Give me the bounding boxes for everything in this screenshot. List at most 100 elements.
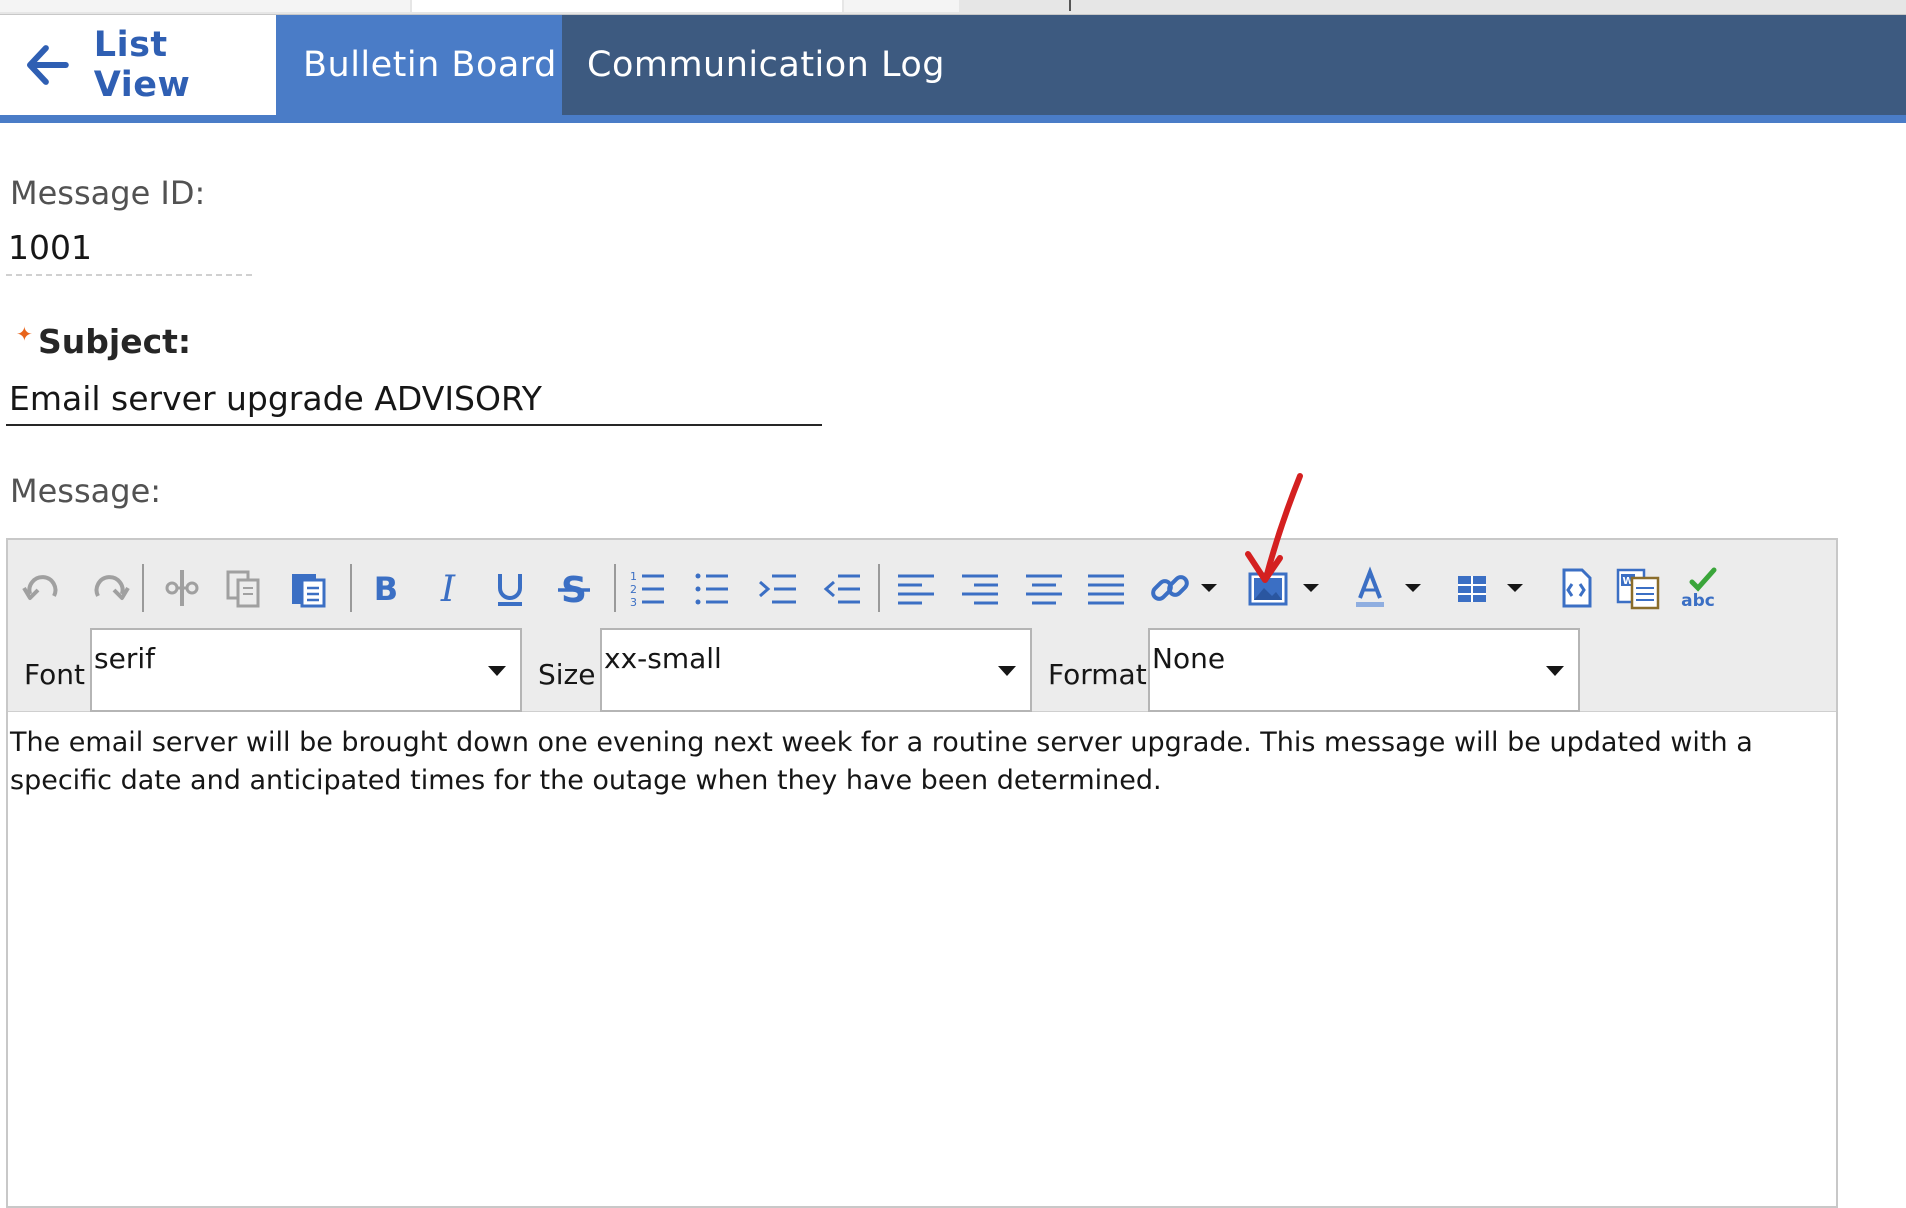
undo-icon — [22, 575, 58, 600]
align-right-icon — [962, 574, 998, 605]
align-left-button[interactable] — [892, 560, 940, 616]
browser-top-strip — [0, 0, 1906, 15]
align-center-icon — [1026, 574, 1062, 605]
toolbar-separator — [142, 564, 144, 612]
align-left-icon — [898, 574, 934, 605]
spellcheck-button[interactable]: abc — [1674, 560, 1722, 616]
font-label: Font — [24, 658, 85, 691]
svg-text:I: I — [440, 569, 456, 610]
cut-button[interactable] — [158, 560, 206, 616]
font-color-icon — [1356, 566, 1384, 607]
caret-down-icon — [1405, 584, 1421, 592]
justify-button[interactable] — [1082, 560, 1130, 616]
paste-from-word-icon: W — [1616, 568, 1660, 610]
strip-segment — [412, 0, 842, 12]
tab-list-view[interactable]: List View — [0, 15, 276, 115]
paste-icon — [292, 574, 326, 608]
back-arrow-icon — [26, 45, 69, 85]
caret-down-icon — [1546, 666, 1564, 676]
caret-down-icon — [998, 666, 1016, 676]
strikethrough-button[interactable]: S — [550, 560, 598, 616]
toolbar-separator — [350, 564, 352, 612]
caret-down-icon — [1303, 584, 1319, 592]
link-icon — [1151, 575, 1189, 601]
align-center-button[interactable] — [1020, 560, 1068, 616]
outdent-button[interactable] — [818, 560, 866, 616]
strip-tick — [1069, 0, 1071, 11]
format-select-value: None — [1152, 642, 1226, 675]
font-select[interactable]: serif — [90, 628, 522, 712]
size-select-value: xx-small — [604, 642, 722, 675]
size-select[interactable]: xx-small — [600, 628, 1032, 712]
readonly-underline — [6, 274, 252, 276]
cut-icon — [165, 570, 199, 606]
svg-text:2: 2 — [630, 583, 637, 596]
redo-icon — [94, 575, 130, 600]
copy-icon — [226, 570, 260, 608]
image-button[interactable] — [1244, 560, 1292, 616]
tab-communication-log[interactable]: Communication Log — [562, 15, 945, 115]
html-source-button[interactable] — [1552, 560, 1600, 616]
tab-communication-log-label: Communication Log — [587, 45, 946, 85]
editor-content-area[interactable]: The email server will be brought down on… — [8, 714, 1836, 1208]
link-dropdown-caret[interactable] — [1196, 560, 1222, 616]
subject-label: Subject: — [38, 322, 192, 361]
table-button[interactable] — [1448, 560, 1496, 616]
svg-text:B: B — [374, 570, 398, 608]
subject-input[interactable] — [6, 372, 822, 426]
caret-down-icon — [488, 666, 506, 676]
underline-icon — [498, 574, 522, 606]
link-button[interactable] — [1146, 560, 1194, 616]
caret-down-icon — [1507, 584, 1523, 592]
message-label: Message: — [10, 472, 162, 510]
align-right-button[interactable] — [956, 560, 1004, 616]
ordered-list-icon: 123 — [630, 570, 664, 609]
caret-down-icon — [1201, 584, 1217, 592]
image-dropdown-caret[interactable] — [1298, 560, 1324, 616]
editor-toolbar: B I S 123 W abc Font serif Size xx-small… — [8, 540, 1836, 712]
message-id-value: 1001 — [8, 228, 92, 267]
ordered-list-button[interactable]: 123 — [624, 560, 672, 616]
toolbar-separator — [614, 564, 616, 612]
message-id-label: Message ID: — [10, 174, 206, 212]
font-color-button[interactable] — [1346, 560, 1394, 616]
required-indicator-icon: ✦ — [16, 322, 33, 346]
italic-icon: I — [440, 569, 456, 610]
strikethrough-icon: S — [558, 570, 590, 610]
toolbar-separator — [878, 564, 880, 612]
undo-button[interactable] — [18, 560, 66, 616]
paste-button[interactable] — [284, 560, 332, 616]
table-dropdown-caret[interactable] — [1502, 560, 1528, 616]
bold-button[interactable]: B — [362, 560, 410, 616]
font-color-dropdown-caret[interactable] — [1400, 560, 1426, 616]
tab-list-view-label: List View — [93, 25, 191, 105]
html-source-icon — [1562, 568, 1592, 608]
unordered-list-icon — [695, 573, 728, 605]
format-select[interactable]: None — [1148, 628, 1580, 712]
tab-bar: List View Bulletin Board Communication L… — [0, 15, 1906, 123]
spellcheck-icon: abc — [1681, 567, 1717, 610]
size-label: Size — [538, 658, 596, 691]
underline-button[interactable] — [486, 560, 534, 616]
toolbar-combos-row: Font serif Size xx-small Format None — [8, 628, 1836, 712]
indent-button[interactable] — [754, 560, 802, 616]
toolbar-buttons-row: B I S 123 W abc — [8, 560, 1836, 620]
unordered-list-button[interactable] — [688, 560, 736, 616]
font-select-value: serif — [94, 642, 155, 675]
redo-button[interactable] — [86, 560, 134, 616]
justify-icon — [1088, 574, 1124, 605]
strip-segment — [0, 0, 410, 12]
indent-icon — [759, 574, 796, 604]
bold-icon: B — [374, 570, 398, 608]
svg-text:1: 1 — [630, 570, 637, 583]
image-icon — [1248, 572, 1288, 606]
paste-from-word-button[interactable]: W — [1614, 560, 1662, 616]
tab-bulletin-board[interactable]: Bulletin Board — [276, 15, 562, 115]
tab-bulletin-board-label: Bulletin Board — [303, 45, 557, 85]
italic-button[interactable]: I — [424, 560, 472, 616]
outdent-icon — [823, 574, 860, 604]
copy-button[interactable] — [220, 560, 268, 616]
svg-text:3: 3 — [630, 596, 637, 609]
table-icon — [1458, 576, 1486, 602]
format-label: Format — [1048, 658, 1147, 691]
